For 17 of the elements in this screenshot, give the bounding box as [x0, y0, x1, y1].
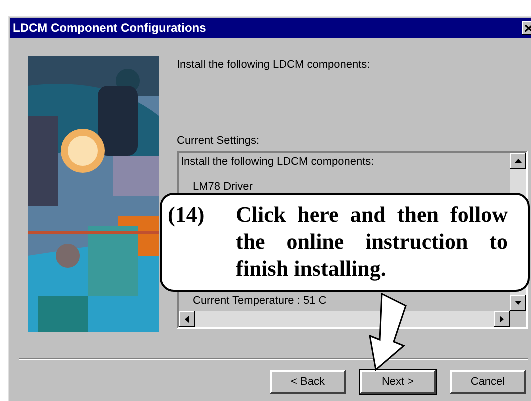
intro-text: Install the following LDCM components:: [177, 58, 372, 73]
close-icon: [525, 24, 531, 32]
dialog-button[interactable]: < Back: [270, 370, 346, 394]
scroll-down-icon[interactable]: [510, 295, 526, 311]
dialog-button[interactable]: Next >: [360, 370, 436, 394]
horizontal-scrollbar[interactable]: [179, 311, 510, 327]
scroll-up-icon[interactable]: [510, 153, 526, 169]
step-number: (14): [168, 201, 206, 229]
scroll-left-icon[interactable]: [179, 311, 195, 327]
list-line: LM78 Driver: [192, 180, 254, 194]
settings-label: Current Settings:: [177, 134, 261, 148]
callout-text: Click here and then follow the online instruction to finish installing.: [236, 201, 508, 283]
list-line: Current Temperature : 51 C: [192, 294, 328, 308]
list-line: Install the following LDCM components:: [181, 155, 376, 170]
window-title: LDCM Component Configurations: [13, 22, 206, 34]
scroll-right-icon[interactable]: [494, 311, 510, 327]
dialog-button[interactable]: Cancel: [450, 370, 526, 394]
